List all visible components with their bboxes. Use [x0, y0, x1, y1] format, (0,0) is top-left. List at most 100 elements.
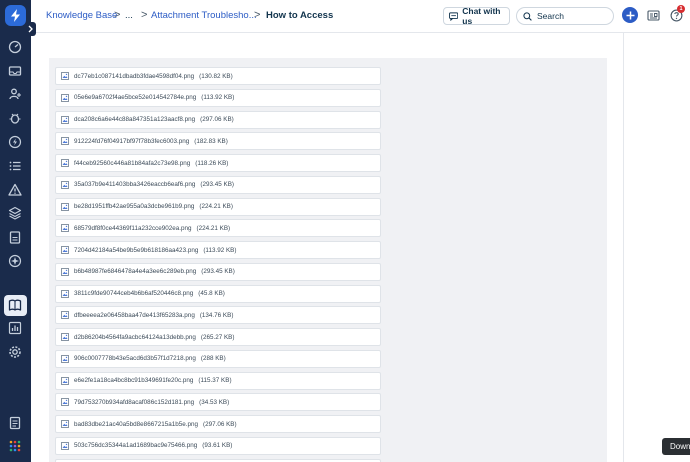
attachment-item[interactable]: bad83dbe21ac40a5bd8e8667215a1b5e.png (297…	[55, 415, 381, 433]
attachment-filename: be28d1951ffb42ae955a0a3dcbe961b9.png	[74, 203, 195, 210]
attachment-size: (134.76 KB)	[199, 311, 234, 319]
lightning-icon[interactable]	[8, 135, 22, 149]
attachment-size: (297.06 KB)	[200, 116, 234, 123]
attachment-filename: b6b48987fe6846478a4e4a3ee6c289eb.png	[74, 268, 197, 276]
contacts-icon[interactable]	[8, 87, 22, 101]
attachment-filename: dca208c6a6e44c88a847351a123aacf8.png	[74, 116, 196, 123]
attachment-item[interactable]: f44ceb92560c446a81b84afa2c73e98.png (118.…	[55, 154, 381, 172]
attachment-size: (293.45 KB)	[201, 268, 235, 276]
list-icon[interactable]	[8, 159, 22, 173]
breadcrumb-attachment-troubleshooting[interactable]: Attachment Troublesho...	[151, 10, 257, 22]
image-file-icon	[61, 398, 69, 407]
breadcrumb-ellipsis[interactable]: ...	[125, 10, 133, 22]
image-file-icon	[61, 376, 69, 385]
attachment-filename: f44ceb92560c446a81b84afa2c73e98.png	[74, 159, 191, 167]
image-file-icon	[61, 159, 69, 167]
breadcrumb-knowledge-base[interactable]: Knowledge Base	[46, 10, 117, 22]
inbox-icon[interactable]	[8, 64, 22, 78]
attachment-size: (297.06 KB)	[202, 420, 237, 428]
gear-icon[interactable]	[8, 345, 22, 359]
chat-with-us-button[interactable]: Chat with us	[443, 6, 510, 26]
new-item-button[interactable]	[622, 7, 638, 23]
attachment-size: (224.21 KB)	[199, 203, 233, 210]
attachment-size: (182.83 KB)	[194, 137, 228, 145]
attachment-item[interactable]: 79d753270b934afd8acaf086c152d181.png (34.…	[55, 393, 381, 412]
attachment-item[interactable]: 35a037b9e411403bba3426eaccb6eaf6.png (293…	[55, 175, 381, 194]
image-file-icon	[61, 115, 69, 124]
attachment-filename: d2b86204b4564fa9acbc64124a13debb.png	[74, 333, 196, 341]
clipboard-icon[interactable]	[8, 230, 22, 244]
sidebar-collapse-button[interactable]	[25, 22, 36, 36]
attachment-item[interactable]: 912224fd76f04917bf97f78b3fec6003.png (182…	[55, 132, 381, 151]
dashboard-icon[interactable]	[8, 40, 22, 54]
attachment-item[interactable]: d2b86204b4564fa9acbc64124a13debb.png (265…	[55, 328, 381, 346]
attachment-size: (93.61 KB)	[202, 442, 233, 450]
download-tooltip: Down	[662, 438, 690, 455]
image-file-icon	[61, 311, 69, 320]
notification-badge: 1	[677, 5, 685, 13]
alert-icon[interactable]	[8, 183, 22, 197]
chat-label: Chat with us	[462, 6, 501, 26]
image-file-icon	[61, 72, 69, 80]
left-nav-rail	[0, 0, 31, 462]
layers-icon[interactable]	[8, 206, 22, 220]
attachment-size: (130.82 KB)	[199, 72, 233, 80]
attachment-filename: 05e6e9a6702f4ae5bce52e014542784e.png	[74, 94, 197, 102]
attachment-size: (34.53 KB)	[199, 398, 230, 406]
right-side-panel	[623, 33, 690, 462]
chat-bubble-icon	[449, 11, 459, 21]
attachment-item[interactable]: 906c0007778b43e5acd6d3b57f1d7218.png (288…	[55, 349, 381, 368]
image-file-icon	[61, 224, 69, 233]
image-file-icon	[61, 246, 69, 254]
attachment-item[interactable]: 503c756dc35344a1ad1689bac9e75466.png (93.…	[55, 436, 381, 455]
search-icon	[523, 11, 532, 21]
bug-icon[interactable]	[8, 111, 22, 125]
top-header: Knowledge Base > ... > Attachment Troubl…	[31, 0, 690, 33]
image-file-icon	[61, 137, 69, 146]
book-icon[interactable]	[8, 298, 22, 312]
attachment-filename: 35a037b9e411403bba3426eaccb6eaf6.png	[74, 181, 196, 189]
attachment-size: (224.21 KB)	[196, 224, 231, 232]
attachment-item[interactable]: be28d1951ffb42ae955a0a3dcbe961b9.png (224…	[55, 197, 381, 216]
attachment-item[interactable]: 7204d42184a54be9b5e9b618186aa423.png (113…	[55, 241, 381, 259]
attachment-item[interactable]: dfbeeeea2e06458baa47de413f65283a.png (134…	[55, 306, 381, 325]
breadcrumb-separator: >	[141, 9, 148, 21]
attachment-item[interactable]: b6b48987fe6846478a4e4a3ee6c289eb.png (293…	[55, 262, 381, 281]
attachment-item[interactable]: 68579df8f0ce44369f11a232cce902ea.png (224…	[55, 219, 381, 238]
attachment-filename: 906c0007778b43e5acd6d3b57f1d7218.png	[74, 355, 196, 363]
attachment-item[interactable]: e6e2fe1a18ca4bc8bc91b349691fe20c.png (115…	[55, 371, 381, 390]
attachment-filename: 79d753270b934afd8acaf086c152d181.png	[74, 398, 195, 406]
attachment-size: (45.8 KB)	[198, 290, 225, 297]
attachment-filename: 3811c9fde90744ceb4b6b6af520446c8.png	[74, 290, 194, 297]
image-file-icon	[61, 354, 69, 363]
search-placeholder: Search	[537, 11, 564, 21]
attachment-size: (265.27 KB)	[200, 333, 235, 341]
attachment-item[interactable]: dca208c6a6e44c88a847351a123aacf8.png (297…	[55, 110, 381, 129]
chevron-right-icon	[28, 25, 33, 33]
page-title: How to Access	[266, 10, 334, 21]
search-input[interactable]: Search	[516, 7, 614, 25]
image-file-icon	[61, 333, 69, 341]
image-file-icon	[61, 93, 69, 102]
attachment-filename: bad83dbe21ac40a5bd8e8667215a1b5e.png	[74, 420, 198, 428]
attachment-item[interactable]: 05e6e9a6702f4ae5bce52e014542784e.png (113…	[55, 88, 381, 107]
news-icon[interactable]	[647, 9, 660, 22]
breadcrumb-separator: >	[254, 9, 261, 21]
image-file-icon	[61, 267, 69, 276]
freshdesk-logo-icon[interactable]	[5, 5, 26, 26]
breadcrumb-separator: >	[114, 9, 121, 21]
image-file-icon	[61, 202, 69, 211]
chart-icon[interactable]	[8, 321, 22, 335]
plus-icon	[626, 11, 634, 19]
image-file-icon	[61, 420, 69, 428]
attachment-filename: e6e2fe1a18ca4bc8bc91b349691fe20c.png	[74, 377, 194, 384]
attachment-item[interactable]: 3811c9fde90744ceb4b6b6af520446c8.png (45.…	[55, 284, 381, 303]
attachment-size: (288 KB)	[200, 355, 226, 363]
attachment-item[interactable]: dc77eb1c087141dbadb3fdae4598df04.png (130…	[55, 67, 381, 85]
apps-grid-icon[interactable]	[8, 439, 22, 453]
attachment-filename: 68579df8f0ce44369f11a232cce902ea.png	[74, 224, 192, 232]
image-file-icon	[61, 180, 69, 189]
document-icon[interactable]	[8, 416, 22, 430]
attachment-item[interactable]: e8776813da764ef8bf272de5fb1a0f7c.png(93.…	[55, 458, 381, 462]
sparkle-icon[interactable]	[8, 254, 22, 268]
